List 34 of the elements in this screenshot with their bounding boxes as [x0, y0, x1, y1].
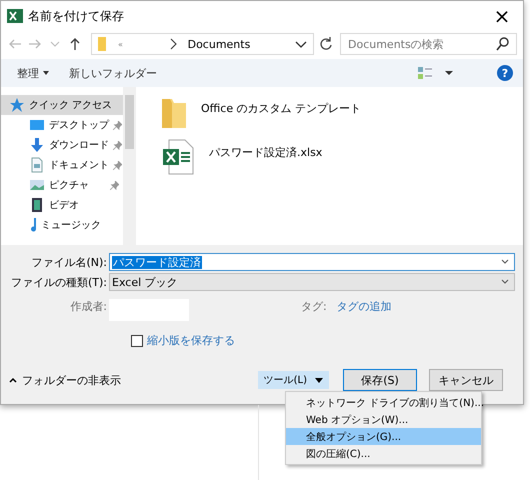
close-button[interactable]: ×	[487, 2, 517, 30]
search-box[interactable]: Documentsの検索	[340, 33, 517, 55]
sidebar-item[interactable]: ビデオ	[1, 195, 123, 215]
file-name[interactable]: パスワード設定済.xlsx	[209, 145, 322, 160]
tools-menu-button[interactable]: ツール(L)	[258, 371, 329, 389]
add-tag-link[interactable]: タグの追加	[336, 299, 392, 314]
help-button[interactable]: ?	[497, 65, 513, 81]
sidebar-item[interactable]: デスクトップ	[1, 115, 123, 135]
overflow-chevron[interactable]: «	[118, 40, 123, 48]
field-label: タグ:	[301, 299, 327, 314]
menu-item[interactable]: ネットワーク ドライブの割り当て(N)...	[286, 394, 481, 411]
field-label: 作成者:	[69, 299, 108, 314]
cancel-button[interactable]: キャンセル	[429, 369, 503, 391]
save-button[interactable]: 保存(S)	[343, 369, 417, 391]
organize-menu[interactable]: 整理	[11, 64, 55, 82]
hide-folders-button[interactable]: フォルダーの非表示	[9, 372, 121, 388]
file-name[interactable]: Office のカスタム テンプレート	[201, 101, 362, 116]
new-folder-button[interactable]: 新しいフォルダー	[63, 64, 163, 82]
sidebar-item[interactable]: ドキュメント	[1, 155, 123, 175]
sidebar-item[interactable]: ミュージック	[1, 215, 123, 235]
sidebar-item[interactable]: クイック アクセス	[1, 95, 123, 115]
address-bar[interactable]: « Documents	[91, 33, 314, 55]
field-label: ファイルの種類(T):	[10, 274, 108, 290]
menu-item[interactable]: Web オプション(W)...	[286, 411, 481, 428]
checkbox-label[interactable]: 縮小版を保存する	[147, 333, 235, 348]
filename-field[interactable]: パスワード設定済	[109, 253, 515, 271]
window-title: 名前を付けて保存	[28, 8, 125, 24]
sidebar-item[interactable]: ダウンロード	[1, 135, 123, 155]
sidebar-item[interactable]: ピクチャ	[1, 175, 123, 195]
field-label: ファイル名(N):	[30, 254, 108, 270]
menu-item[interactable]: 図の圧縮(C)...	[286, 445, 481, 462]
breadcrumb-item[interactable]: Documents	[188, 38, 250, 50]
filetype-dropdown[interactable]: Excel ブック	[109, 273, 515, 291]
menu-item[interactable]: 全般オプション(G)...	[286, 428, 481, 445]
